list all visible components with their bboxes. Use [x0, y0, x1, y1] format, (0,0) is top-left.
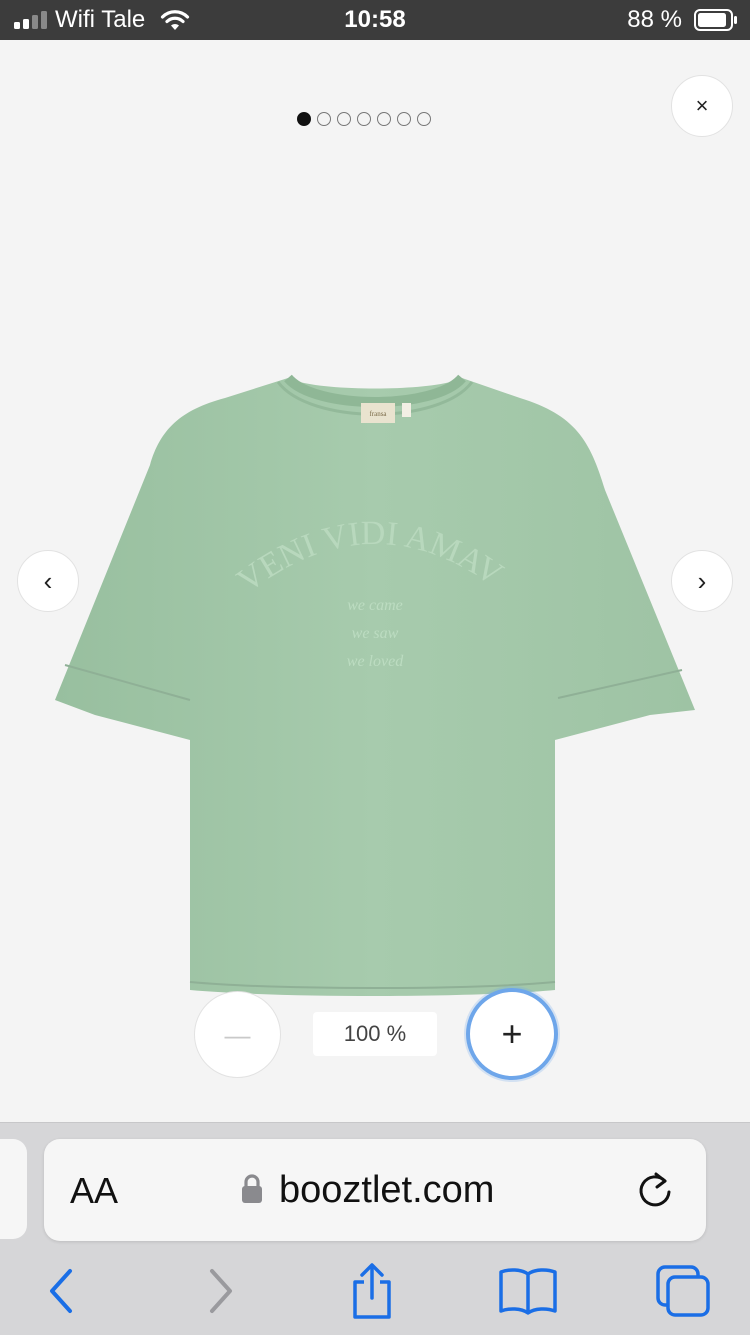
pagination-dot[interactable]: [357, 112, 371, 126]
browser-chrome: AA booztlet.com: [0, 1122, 750, 1335]
book-icon: [499, 1268, 557, 1315]
zoom-level-display: 100 %: [313, 1012, 437, 1056]
pagination-dot[interactable]: [377, 112, 391, 126]
status-bar: Wifi Tale 10:58 88 %: [0, 0, 750, 40]
minus-icon: —: [224, 1019, 251, 1050]
plus-icon: +: [501, 1013, 523, 1054]
image-pagination-dots: [297, 112, 431, 126]
bookmarks-button[interactable]: [496, 1263, 560, 1319]
pagination-dot[interactable]: [317, 112, 331, 126]
battery-percentage: 88 %: [627, 6, 682, 33]
product-image-tshirt: fransa VENI VIDI AMAVI we came we saw we…: [50, 370, 695, 996]
lock-icon: [242, 1174, 262, 1203]
chevron-right-icon: [210, 1269, 232, 1313]
print-line-2: we saw: [352, 625, 399, 642]
text-size-button[interactable]: AA: [70, 1171, 118, 1211]
forward-button[interactable]: [196, 1263, 246, 1319]
tabs-button[interactable]: [652, 1263, 714, 1319]
tabs-icon: [656, 1265, 710, 1317]
print-line-1: we came: [347, 597, 403, 614]
url-text[interactable]: booztlet.com: [279, 1167, 494, 1213]
brand-label: fransa: [369, 410, 387, 418]
close-gallery-button[interactable]: ×: [671, 75, 733, 137]
battery-icon: [694, 9, 737, 31]
reload-icon[interactable]: [634, 1169, 676, 1211]
print-line-3: we loved: [347, 653, 404, 670]
pagination-dot[interactable]: [297, 112, 311, 126]
previous-tab-card[interactable]: [0, 1139, 27, 1239]
close-icon: ×: [695, 93, 709, 118]
pagination-dot[interactable]: [337, 112, 351, 126]
share-icon: [353, 1263, 391, 1319]
back-button[interactable]: [36, 1263, 86, 1319]
share-button[interactable]: [344, 1263, 400, 1319]
zoom-in-button[interactable]: +: [466, 988, 558, 1080]
pagination-dot[interactable]: [417, 112, 431, 126]
pagination-dot[interactable]: [397, 112, 411, 126]
address-bar[interactable]: AA booztlet.com: [44, 1139, 706, 1241]
zoom-out-button[interactable]: —: [194, 991, 281, 1078]
chevron-left-icon: [50, 1269, 72, 1313]
